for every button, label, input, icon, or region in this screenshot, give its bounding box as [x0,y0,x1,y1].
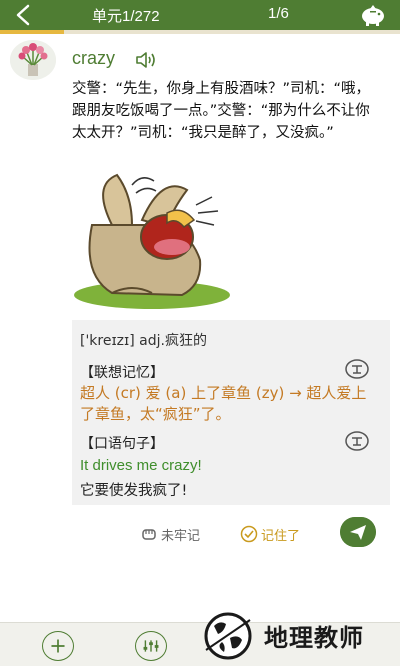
watermark-text: 地理教师 [264,624,364,652]
vocab-word: crazy [72,48,116,68]
not-memorized-label: 未牢记 [161,528,201,544]
page-indicator: 1/6 [268,5,289,22]
example-sentence-zh: 它要使发我疯了! [80,483,188,499]
progress-bar [0,30,400,34]
unit-indicator: 单元1/272 [92,8,160,25]
memorized-label: 记住了 [261,528,301,544]
crazy-rabbit-illustration [74,173,230,309]
equalizer-icon[interactable] [135,631,167,661]
sentence-title: 【口语句子】 [80,436,164,452]
watermark-logo: 地理教师 [196,606,400,666]
definition-card: ['kreɪzɪ] adj.疯狂的 【联想记忆】 超人 (cr) 爱 (a) 上… [72,320,390,505]
globe-icon [204,612,252,660]
story-text: 交警：“先生，你身上有股酒味？”司机：“哦，跟朋友吃饭喝了一点。”交警：“那为什… [72,81,371,141]
add-icon[interactable] [42,631,74,661]
fist-icon [142,529,156,540]
phonetic-definition: ['kreɪzɪ] adj.疯狂的 [80,333,207,349]
back-arrow-icon[interactable] [10,3,38,27]
not-memorized-button[interactable]: 未牢记 [140,524,200,544]
check-circle-icon [240,525,258,543]
mnemonic-title: 【联想记忆】 [80,365,164,381]
example-sentence-en: It drives me crazy! [80,457,202,474]
progress-fill [0,30,64,34]
flower-avatar [10,40,56,80]
top-bar: 单元1/272 1/6 [0,0,400,30]
piggy-bank-icon[interactable] [358,2,388,28]
speaker-icon[interactable] [134,50,160,70]
edit-note-icon[interactable] [344,430,370,452]
edit-note-icon[interactable] [344,358,370,380]
send-icon[interactable] [340,517,376,547]
mnemonic-text: 超人 (cr) 爱 (a) 上了章鱼 (zy) → 超人爱上了章鱼，太“疯狂”了… [80,384,367,423]
memorized-button[interactable]: 记住了 [240,524,300,544]
